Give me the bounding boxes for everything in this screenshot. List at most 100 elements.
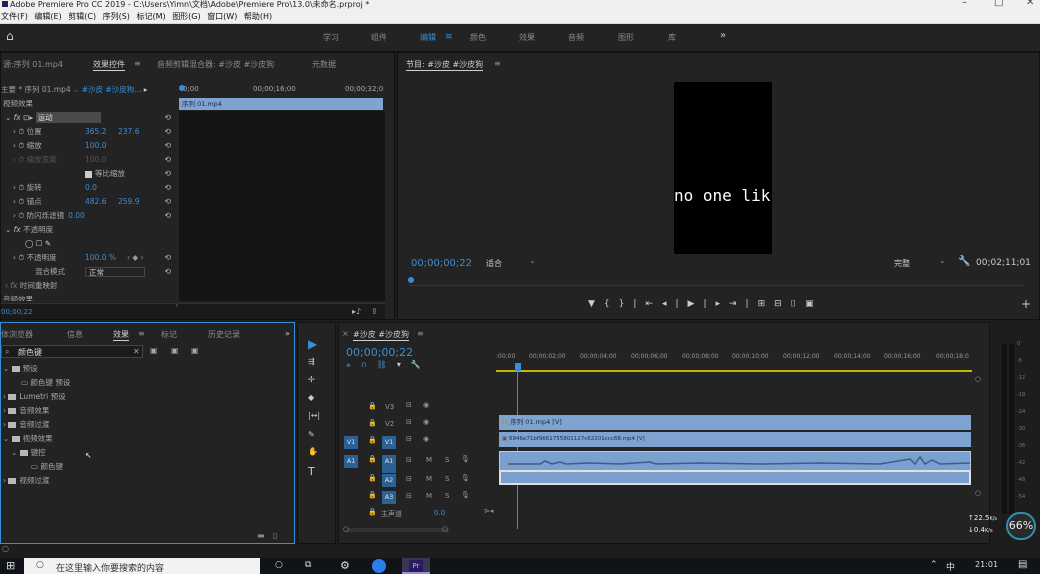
- effects-search-field[interactable]: ⌕ 颜色键 ✕: [1, 345, 143, 358]
- maximize-button[interactable]: □: [994, 0, 1003, 8]
- tab-effects[interactable]: 效果: [113, 329, 129, 341]
- tree-item[interactable]: › 视频过渡: [3, 475, 49, 486]
- rotation-value[interactable]: 0.0: [85, 181, 97, 195]
- reset-icon[interactable]: ⟲: [164, 139, 171, 153]
- close-sequence-icon[interactable]: ×: [342, 329, 349, 338]
- tree-item[interactable]: ⌄ 键控: [11, 447, 46, 458]
- menu-help[interactable]: 帮助(H): [244, 12, 272, 21]
- opacity-effect[interactable]: 不透明度: [23, 225, 53, 234]
- play-button[interactable]: ▶: [688, 299, 704, 309]
- reset-icon[interactable]: ⟲: [164, 195, 171, 209]
- tab-media-browser[interactable]: 体浏览器: [1, 329, 33, 340]
- sync-icon[interactable]: ⊟: [406, 475, 412, 483]
- mask-tools[interactable]: ◯ ☐ ✎: [1, 237, 177, 251]
- snap-icon[interactable]: ∩: [361, 360, 377, 369]
- tab-source[interactable]: 源:序列 01.mp4: [3, 59, 63, 70]
- motion-effect[interactable]: 运动: [35, 112, 101, 123]
- mute-button[interactable]: M: [426, 456, 432, 464]
- workspace-editing[interactable]: 编辑: [420, 32, 436, 43]
- menu-window[interactable]: 窗口(W): [207, 12, 237, 21]
- source-patch-a1[interactable]: A1: [344, 455, 358, 468]
- eye-icon[interactable]: ◉: [423, 435, 429, 443]
- workspace-audio[interactable]: 音频: [568, 32, 584, 43]
- time-remap-effect[interactable]: 时间重映射: [20, 281, 58, 290]
- more-workspaces-icon[interactable]: »: [720, 30, 726, 41]
- source-patch-v1[interactable]: V1: [344, 436, 358, 449]
- eye-icon[interactable]: ◉: [423, 401, 429, 409]
- audio-clip-a2[interactable]: [499, 470, 971, 485]
- master-clip-label[interactable]: 主要 * 序列 01.mp4: [1, 85, 71, 94]
- accelerated-effects-icon[interactable]: ▣: [150, 346, 158, 355]
- lift-icon[interactable]: ⊞: [758, 299, 775, 309]
- position-y[interactable]: 237.6: [118, 125, 139, 139]
- lock-icon[interactable]: 🔒: [368, 402, 377, 410]
- mark-out-icon[interactable]: }: [619, 299, 634, 309]
- reset-icon[interactable]: ⟲: [164, 181, 171, 195]
- reset-icon[interactable]: ⟲: [164, 209, 171, 223]
- position-x[interactable]: 365.2: [85, 125, 106, 139]
- work-area-bar[interactable]: [496, 370, 972, 372]
- filter-icon[interactable]: ▸♪: [352, 307, 361, 316]
- solo-button[interactable]: S: [445, 475, 449, 483]
- sync-icon[interactable]: ⊟: [406, 492, 412, 500]
- lock-icon[interactable]: 🔒: [368, 419, 377, 427]
- sequence-clip-label[interactable]: #沙皮 #沙皮狗...: [82, 85, 142, 94]
- tab-markers[interactable]: 标记: [161, 329, 177, 340]
- browser-icon[interactable]: [372, 559, 386, 573]
- tab-history[interactable]: 历史记录: [208, 329, 240, 340]
- settings-gear-icon[interactable]: ⚙: [340, 559, 350, 572]
- scroll-handle[interactable]: ○: [975, 375, 981, 383]
- settings-wrench-icon[interactable]: 🔧: [411, 360, 431, 369]
- trash-icon[interactable]: ▯: [273, 531, 277, 540]
- step-forward-icon[interactable]: |▸: [703, 299, 729, 309]
- lock-icon[interactable]: 🔒: [368, 436, 377, 444]
- nest-icon[interactable]: ⚹: [346, 360, 361, 369]
- workspace-learn[interactable]: 学习: [323, 32, 339, 43]
- export-frame-icon[interactable]: ⌷: [791, 299, 805, 309]
- 32bit-effects-icon[interactable]: ▣: [171, 346, 179, 355]
- new-bin-icon[interactable]: ▬: [257, 531, 265, 540]
- text-tool-icon[interactable]: T: [308, 465, 315, 478]
- timeline-zoom-scrollbar[interactable]: [346, 528, 449, 532]
- go-to-out-icon[interactable]: ⊳◂: [484, 507, 493, 515]
- lock-icon[interactable]: 🔒: [368, 508, 377, 516]
- track-select-icon[interactable]: ⇶: [308, 357, 315, 366]
- reset-icon[interactable]: ⟲: [164, 125, 171, 139]
- workspace-assembly[interactable]: 组件: [371, 32, 387, 43]
- more-tabs-icon[interactable]: »: [285, 329, 290, 338]
- export-icon[interactable]: ⇪: [371, 307, 378, 316]
- workspace-color[interactable]: 颜色: [470, 32, 486, 43]
- tray-expand-icon[interactable]: ⌃: [930, 560, 938, 570]
- task-view-icon[interactable]: ⧉: [305, 560, 311, 570]
- add-marker-icon[interactable]: ▼: [588, 299, 604, 309]
- clock[interactable]: 21:01: [975, 560, 998, 569]
- program-monitor-title[interactable]: 节目: #沙皮 #沙皮狗: [406, 59, 484, 71]
- cpu-usage-badge[interactable]: 66%: [1006, 512, 1036, 540]
- sequence-tab[interactable]: #沙皮 #沙皮狗: [353, 329, 409, 341]
- solo-button[interactable]: S: [445, 492, 449, 500]
- reset-icon[interactable]: ⟲: [164, 153, 171, 167]
- playhead-marker[interactable]: [179, 85, 185, 91]
- home-icon[interactable]: ⌂: [6, 29, 14, 43]
- compare-icon[interactable]: ▣: [805, 299, 823, 309]
- add-marker-icon[interactable]: ▾: [397, 360, 411, 369]
- tree-item[interactable]: ⌄ 预设: [3, 363, 38, 374]
- timeline-timecode[interactable]: 00;00;00;22: [346, 346, 413, 359]
- eye-icon[interactable]: ◉: [423, 418, 429, 426]
- antiflicker-value[interactable]: 0.00: [68, 211, 85, 220]
- windows-start-icon[interactable]: ⊞: [6, 559, 15, 572]
- clear-search-icon[interactable]: ✕: [133, 347, 140, 356]
- playhead-marker[interactable]: [408, 277, 414, 283]
- ripple-edit-icon[interactable]: ✢: [308, 375, 315, 384]
- scroll-handle[interactable]: ○: [975, 489, 981, 497]
- yuv-effects-icon[interactable]: ▣: [191, 346, 199, 355]
- input-method-indicator[interactable]: 中: [946, 560, 955, 573]
- video-clip-v2[interactable]: fx 序列 01.mp4 [V]: [499, 415, 971, 430]
- menu-file[interactable]: 文件(F): [1, 12, 28, 21]
- scale-value[interactable]: 100.0: [85, 139, 106, 153]
- panel-menu-icon[interactable]: ≡: [134, 59, 141, 68]
- effect-controls-timecode[interactable]: 00;00;22: [1, 308, 32, 316]
- tab-audio-mixer[interactable]: 音频剪辑混合器: #沙皮 #沙皮狗: [157, 59, 274, 70]
- selection-tool-icon[interactable]: ▶: [308, 337, 317, 351]
- tree-item[interactable]: › Lumetri 预设: [3, 391, 66, 402]
